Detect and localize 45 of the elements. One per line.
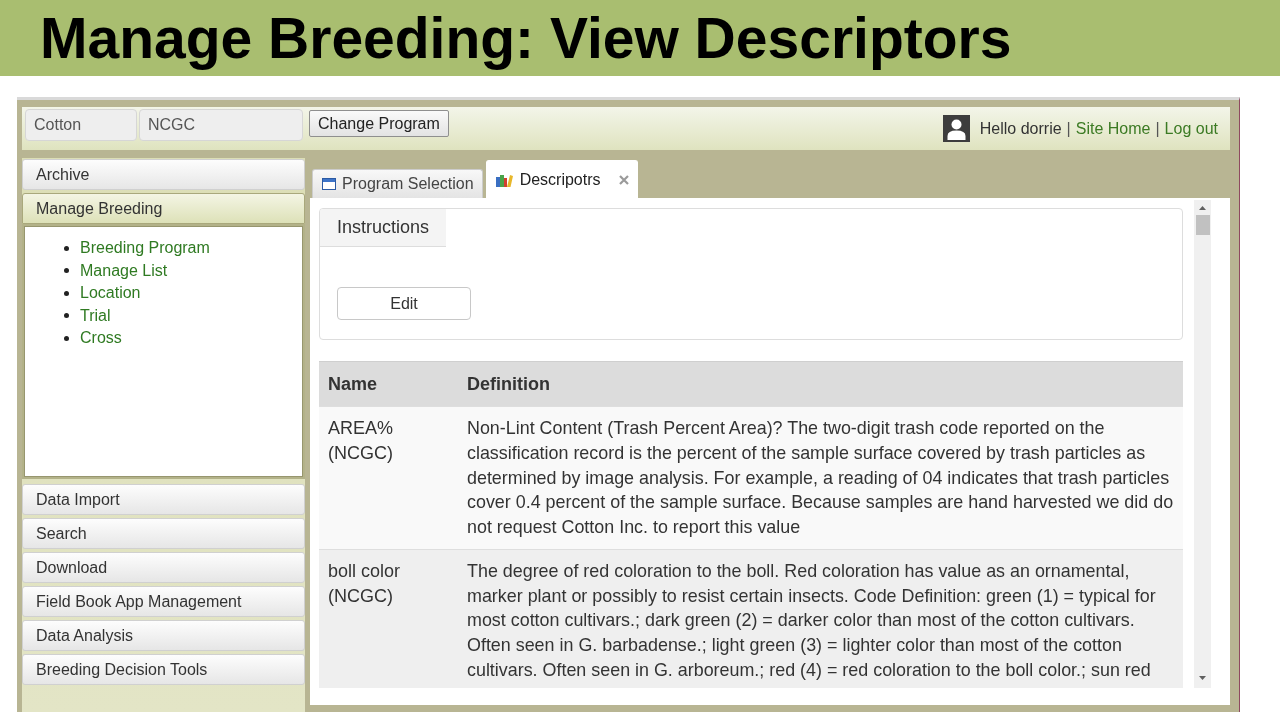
window-icon — [322, 178, 336, 190]
user-avatar-icon — [942, 115, 970, 142]
accordion-header[interactable]: Manage Breeding — [22, 193, 305, 224]
table-cell-text: Non-Lint Content (Trash Percent Area)? The two-digit trash code reported on the classification record is the percent of the sample surface covered by trash particles as determined by image analysis. For example, a reading of 04 indicates that trash particles cover 0.4 percent of the sample surface. Because samples are hand harvested we did do not request Cotton Inc. to report this value — [467, 417, 1175, 539]
text-field[interactable]: Cotton — [25, 109, 137, 141]
nav-link[interactable]: Manage List — [80, 261, 168, 280]
column-header: Name — [327, 373, 379, 395]
accordion-header[interactable]: Data Import — [22, 484, 305, 515]
table-cell-text: AREA% (NCGC) — [327, 417, 395, 465]
text-field[interactable]: NCGC — [139, 109, 303, 141]
greeting-text: Hello dorrie — [979, 119, 1062, 138]
bullet-icon — [64, 245, 69, 251]
accordion-header[interactable]: Archive — [22, 159, 305, 190]
accordion-header[interactable]: Search — [22, 518, 305, 549]
bullet-icon — [64, 335, 69, 341]
accordion-header[interactable]: Breeding Decision Tools — [22, 654, 305, 685]
slide-title: Manage Breeding: View Descriptors — [40, 6, 1012, 70]
table-cell-text: boll color (NCGC) — [327, 559, 402, 608]
scrollbar[interactable] — [1194, 200, 1211, 688]
link-separator: | — [1155, 119, 1160, 138]
header-link[interactable]: Site Home — [1075, 119, 1151, 138]
tab[interactable]: Program Selection — [312, 169, 483, 198]
accordion-header[interactable]: Download — [22, 552, 305, 583]
accordion-header[interactable]: Field Book App Management — [22, 586, 305, 617]
tab[interactable]: Descripotrs — [485, 160, 638, 198]
header-link[interactable]: Log out — [1164, 119, 1218, 138]
scroll-up-arrow-icon[interactable] — [1199, 206, 1206, 210]
bullet-icon — [64, 313, 69, 319]
bullet-icon — [64, 268, 69, 274]
bullet-icon — [64, 290, 69, 296]
scrollbar-thumb[interactable] — [1195, 215, 1210, 235]
column-header: Definition — [467, 373, 551, 395]
books-icon — [495, 172, 514, 187]
edit-button[interactable]: Edit — [337, 287, 471, 320]
link-separator: | — [1066, 119, 1071, 138]
table-cell-text: The degree of red coloration to the boll. Red coloration has value as an ornamental, marker plant or possibly to resist certain insects. Code Definition: green (1) = typical for most cotton cultivars.; dark green (2) = darker color than most of the cotton cultivars. Often seen in G. barbadense.; light green (3) = lighter color than most of the cotton cultivars. Often seen in G. arboreum.; red (4) = red coloration to the boll color.; sun red — [467, 559, 1157, 682]
instructions-tab[interactable]: Instructions — [320, 209, 446, 247]
scroll-down-arrow-icon[interactable] — [1199, 676, 1206, 680]
change-program-button[interactable]: Change Program — [309, 110, 449, 137]
nav-link[interactable]: Breeding Program — [80, 239, 210, 258]
close-icon[interactable] — [618, 174, 629, 185]
nav-link[interactable]: Location — [80, 284, 141, 303]
nav-link[interactable]: Cross — [80, 329, 122, 348]
accordion-header[interactable]: Data Analysis — [22, 620, 305, 651]
nav-link[interactable]: Trial — [80, 306, 111, 325]
